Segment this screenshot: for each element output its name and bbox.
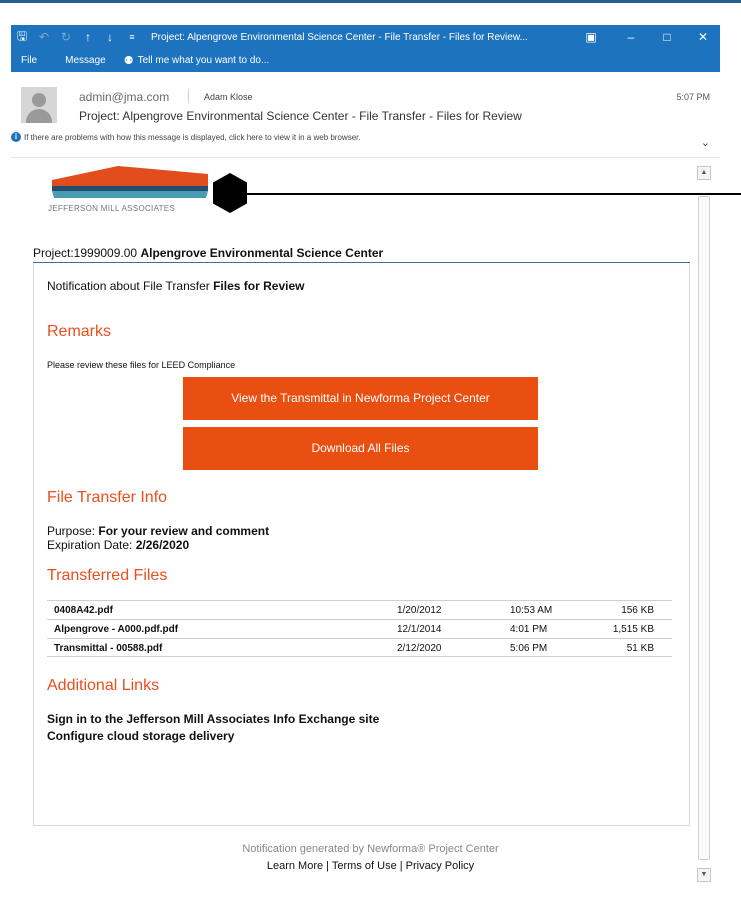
expiration-value: 2/26/2020 bbox=[135, 538, 190, 552]
title-row: 🖫 ↶ ↻ ↑ ↓ ≡ Project: Alpengrove Environm… bbox=[11, 25, 720, 49]
recipient-name[interactable]: Adam Klose bbox=[204, 92, 253, 102]
window-title: Project: Alpengrove Environmental Scienc… bbox=[151, 31, 528, 43]
redo-icon[interactable]: ↻ bbox=[55, 30, 77, 44]
files-table: 0408A42.pdf 1/20/2012 10:53 AM 156 KB Al… bbox=[47, 600, 672, 657]
header-separator bbox=[188, 89, 189, 103]
scrollbar[interactable]: ▲ ▼ bbox=[697, 166, 711, 888]
table-row[interactable]: Transmittal - 00588.pdf 2/12/2020 5:06 P… bbox=[47, 638, 672, 657]
expiration-line: Expiration Date: 2/26/2020 bbox=[47, 538, 189, 552]
table-row[interactable]: Alpengrove - A000.pdf.pdf 12/1/2014 4:01… bbox=[47, 619, 672, 638]
footer-generated: Notification generated by Newforma® Proj… bbox=[242, 843, 499, 855]
info-bar-text: If there are problems with how this mess… bbox=[24, 132, 361, 142]
chevron-down-icon[interactable]: ⌄ bbox=[701, 136, 710, 149]
cloud-storage-link[interactable]: Configure cloud storage delivery bbox=[47, 729, 234, 743]
project-name: Alpengrove Environmental Science Center bbox=[140, 246, 384, 260]
ribbon-tabs: File Message ⚉ Tell me what you want to … bbox=[11, 49, 720, 72]
header-divider bbox=[11, 157, 720, 158]
expiration-label: Expiration Date: bbox=[47, 538, 133, 552]
logo-caption: JEFFERSON MILL ASSOCIATES bbox=[48, 204, 176, 213]
file-date: 12/1/2014 bbox=[397, 624, 442, 635]
message-subject: Project: Alpengrove Environmental Scienc… bbox=[79, 109, 522, 123]
sender-address[interactable]: admin@jma.com bbox=[79, 90, 169, 104]
file-name[interactable]: Transmittal - 00588.pdf bbox=[54, 643, 162, 654]
lightbulb-icon: ⚉ bbox=[123, 55, 134, 67]
arrow-up-icon[interactable]: ↑ bbox=[77, 30, 99, 44]
company-logo: JEFFERSON MILL ASSOCIATES bbox=[48, 164, 208, 218]
customize-toolbar-icon[interactable]: ≡ bbox=[121, 32, 143, 42]
terms-link[interactable]: Terms of Use bbox=[332, 860, 397, 872]
project-heading: Project:1999009.00 Alpengrove Environmen… bbox=[33, 246, 383, 260]
file-time: 10:53 AM bbox=[510, 605, 553, 616]
tab-file[interactable]: File bbox=[21, 55, 37, 66]
info-bar[interactable]: i If there are problems with how this me… bbox=[11, 132, 361, 142]
purpose-label: Purpose: bbox=[47, 524, 96, 538]
footer-separator: | bbox=[326, 860, 330, 872]
sender-avatar bbox=[21, 87, 57, 123]
close-button[interactable]: ✕ bbox=[685, 25, 721, 49]
received-time: 5:07 PM bbox=[676, 92, 710, 102]
avatar-head bbox=[32, 93, 46, 107]
file-size: 156 KB bbox=[621, 605, 654, 616]
file-time: 5:06 PM bbox=[510, 643, 548, 654]
save-icon[interactable]: 🖫 bbox=[11, 27, 33, 48]
file-time: 4:01 PM bbox=[510, 624, 548, 635]
title-bar: 🖫 ↶ ↻ ↑ ↓ ≡ Project: Alpengrove Environm… bbox=[11, 25, 720, 72]
arrow-down-icon[interactable]: ↓ bbox=[99, 30, 121, 44]
notification-name: Files for Review bbox=[213, 279, 305, 293]
remarks-heading: Remarks bbox=[47, 323, 112, 340]
file-size: 1,515 KB bbox=[612, 624, 654, 635]
top-border bbox=[0, 0, 741, 3]
footer-separator: | bbox=[399, 860, 403, 872]
file-name[interactable]: 0408A42.pdf bbox=[54, 605, 113, 616]
file-date: 2/12/2020 bbox=[397, 643, 442, 654]
file-date: 1/20/2012 bbox=[397, 605, 442, 616]
learn-more-link[interactable]: Learn More bbox=[267, 860, 323, 872]
avatar-body bbox=[26, 109, 52, 123]
message-header: admin@jma.com Adam Klose 5:07 PM Project… bbox=[11, 84, 720, 152]
tell-me-box[interactable]: ⚉ Tell me what you want to do... bbox=[124, 54, 270, 67]
additional-links-heading: Additional Links bbox=[47, 677, 160, 694]
minimize-button[interactable]: – bbox=[613, 25, 649, 49]
info-icon: i bbox=[11, 132, 21, 142]
maximize-button[interactable]: □ bbox=[649, 25, 685, 49]
tell-me-text: Tell me what you want to do... bbox=[137, 55, 270, 66]
undo-icon[interactable]: ↶ bbox=[33, 30, 55, 44]
file-transfer-info-heading: File Transfer Info bbox=[47, 489, 168, 506]
pointer-line bbox=[243, 193, 741, 195]
project-number: Project:1999009.00 bbox=[33, 246, 138, 260]
notification-prefix: Notification about File Transfer bbox=[47, 279, 210, 293]
file-size: 51 KB bbox=[626, 643, 654, 654]
remarks-text: Please review these files for LEED Compl… bbox=[47, 360, 236, 370]
privacy-link[interactable]: Privacy Policy bbox=[406, 860, 474, 872]
notification-line: Notification about File Transfer Files f… bbox=[47, 279, 304, 293]
logo-graphic bbox=[52, 166, 208, 198]
view-transmittal-button[interactable]: View the Transmittal in Newforma Project… bbox=[183, 377, 538, 420]
purpose-value: For your review and comment bbox=[98, 524, 270, 538]
scroll-up-button[interactable]: ▲ bbox=[697, 166, 711, 180]
tab-message[interactable]: Message bbox=[65, 55, 106, 66]
transferred-files-heading: Transferred Files bbox=[47, 567, 168, 584]
table-row[interactable]: 0408A42.pdf 1/20/2012 10:53 AM 156 KB bbox=[47, 600, 672, 619]
footer-links: Learn More | Terms of Use | Privacy Poli… bbox=[0, 860, 741, 872]
signin-link[interactable]: Sign in to the Jefferson Mill Associates… bbox=[47, 712, 379, 726]
purpose-line: Purpose: For your review and comment bbox=[47, 524, 269, 538]
scroll-thumb[interactable] bbox=[698, 196, 710, 860]
download-all-button[interactable]: Download All Files bbox=[183, 427, 538, 470]
file-name[interactable]: Alpengrove - A000.pdf.pdf bbox=[54, 624, 178, 635]
ribbon-display-icon[interactable]: ▣ bbox=[573, 25, 609, 49]
